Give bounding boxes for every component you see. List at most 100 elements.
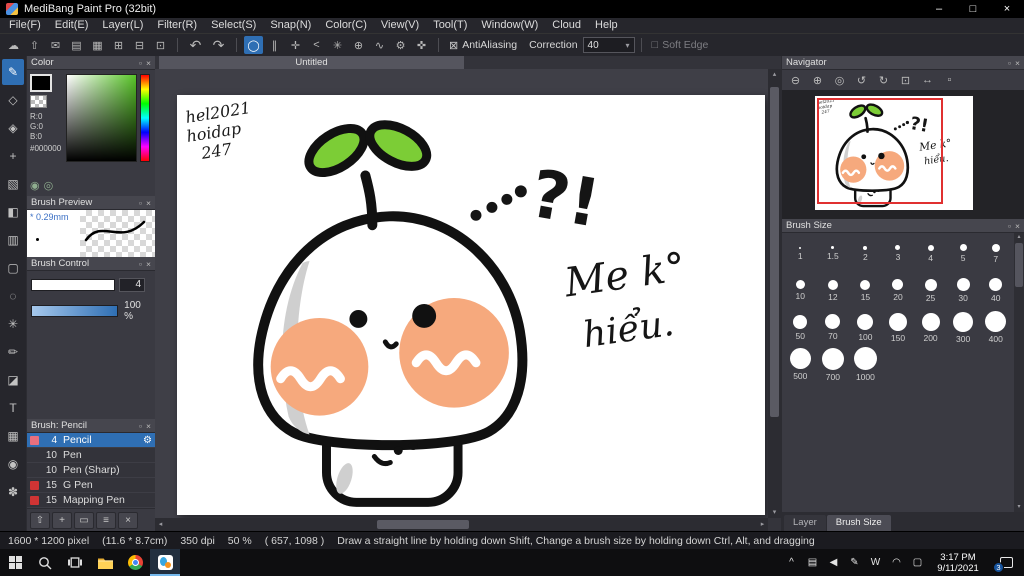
speaker-icon[interactable]: ◀	[823, 549, 844, 576]
rotate-ccw-icon[interactable]: ↺	[851, 72, 872, 88]
brush-size-option[interactable]: 1000	[849, 346, 882, 383]
cloud-icon[interactable]: ☁	[4, 36, 23, 54]
brush-list-item[interactable]: 15 G Pen ⚙	[27, 478, 155, 493]
chrome-taskbar-button[interactable]	[120, 549, 150, 576]
menu-item[interactable]: Edit(E)	[48, 18, 96, 33]
material-panel-icon[interactable]: ▤	[67, 36, 86, 54]
close-panel-icon[interactable]: ×	[1015, 221, 1020, 231]
close-panel-icon[interactable]: ×	[146, 58, 151, 68]
action-center-button[interactable]: 3	[988, 549, 1024, 576]
scroll-left-arrow[interactable]: ◂	[155, 518, 166, 531]
network-icon[interactable]: ▢	[907, 549, 928, 576]
frame-divide-tool-icon[interactable]: ▦	[2, 423, 24, 449]
hue-slider[interactable]	[140, 74, 150, 162]
reset-view-icon[interactable]: ⊡	[895, 72, 916, 88]
grid-icon[interactable]: ⊞	[109, 36, 128, 54]
brush-size-option[interactable]: 50	[784, 309, 817, 346]
float-panel-icon[interactable]: ▫	[139, 421, 142, 431]
brush-list-item[interactable]: 10 Pen ⚙	[27, 448, 155, 463]
select-pen-tool-icon[interactable]: ✏	[2, 339, 24, 365]
comment-icon[interactable]: ✉	[46, 36, 65, 54]
cross-snap-icon[interactable]: ✛	[286, 36, 305, 54]
magic-wand-tool-icon[interactable]: ✳	[2, 311, 24, 337]
float-panel-icon[interactable]: ▫	[1008, 221, 1011, 231]
parallel-snap-icon[interactable]: ∥	[265, 36, 284, 54]
menu-item[interactable]: Select(S)	[204, 18, 263, 33]
search-button[interactable]	[30, 549, 60, 576]
foreground-color-swatch[interactable]	[30, 74, 52, 92]
snap-off-icon[interactable]: ◯	[244, 36, 263, 54]
canvas-vertical-scrollbar[interactable]: ▴ ▾	[768, 69, 781, 518]
folder-button[interactable]: ▭	[74, 512, 94, 529]
menu-button[interactable]: ≡	[96, 512, 116, 529]
float-panel-icon[interactable]: ▫	[139, 198, 142, 208]
float-panel-icon[interactable]: ▫	[139, 259, 142, 269]
lasso-tool-icon[interactable]: ◌	[2, 283, 24, 309]
taskbar-clock[interactable]: 3:17 PM 9/11/2021	[928, 551, 988, 574]
brush-list-item[interactable]: 15 Mapping Pen ⚙	[27, 493, 155, 508]
brush-size-value[interactable]: 4	[119, 278, 145, 292]
brush-size-option[interactable]: 1.5	[817, 235, 850, 272]
brush-size-option[interactable]: 1	[784, 235, 817, 272]
brush-size-option[interactable]: 12	[817, 272, 850, 309]
close-panel-icon[interactable]: ×	[146, 259, 151, 269]
brush-size-scrollbar[interactable]: ▴ ▾	[1014, 233, 1024, 512]
brush-opacity-slider[interactable]	[31, 305, 118, 317]
close-panel-icon[interactable]: ×	[146, 198, 151, 208]
float-panel-icon[interactable]: ▫	[139, 58, 142, 68]
medibang-taskbar-button[interactable]	[150, 549, 180, 576]
bucket-tool-icon[interactable]: ◧	[2, 199, 24, 225]
brush-size-option[interactable]: 100	[849, 309, 882, 346]
gradient-tool-icon[interactable]: ▥	[2, 227, 24, 253]
color-wheel-icon[interactable]: ◉	[30, 179, 40, 192]
float-panel-icon[interactable]: ▫	[1008, 58, 1011, 68]
zoom-in-icon[interactable]: ⊕	[807, 72, 828, 88]
new-brush-button[interactable]: +	[52, 512, 72, 529]
brush-size-option[interactable]: 400	[979, 309, 1012, 346]
fullscreen-icon[interactable]: ↔	[917, 72, 938, 88]
scroll-up-arrow[interactable]: ▴	[1014, 233, 1024, 242]
text-tool-icon[interactable]: T	[2, 395, 24, 421]
snap-cursor-icon[interactable]: ✜	[412, 36, 431, 54]
brush-size-option[interactable]: 40	[979, 272, 1012, 309]
brush-size-option[interactable]: 30	[947, 272, 980, 309]
brush-size-option[interactable]: 10	[784, 272, 817, 309]
maximize-button[interactable]: □	[956, 0, 990, 18]
vanishing-point-snap-icon[interactable]: <	[307, 36, 326, 54]
hand-tool-icon[interactable]: ✽	[2, 479, 24, 505]
brush-size-option[interactable]: 4	[914, 235, 947, 272]
hidden-icons-chevron[interactable]: ^	[781, 549, 802, 576]
correction-dropdown[interactable]: 40 ▾	[583, 37, 635, 53]
minimize-button[interactable]: –	[922, 0, 956, 18]
fill-tool-icon[interactable]: ▧	[2, 171, 24, 197]
palette-icon[interactable]: ◎	[44, 179, 54, 192]
pixel-grid-icon[interactable]: ▦	[88, 36, 107, 54]
select-tool-icon[interactable]: ▢	[2, 255, 24, 281]
eraser-tool-icon[interactable]: ◇	[2, 87, 24, 113]
layout-icon[interactable]: ⊡	[151, 36, 170, 54]
touch-keyboard-icon[interactable]: ▤	[802, 549, 823, 576]
task-view-button[interactable]	[60, 549, 90, 576]
pen-icon[interactable]: ✎	[844, 549, 865, 576]
redo-button[interactable]: ↷	[208, 36, 229, 54]
upload-button[interactable]: ⇧	[30, 512, 50, 529]
brush-size-option[interactable]: 700	[817, 346, 850, 383]
dock-tab[interactable]: Brush Size	[827, 515, 891, 531]
menu-item[interactable]: Tool(T)	[426, 18, 474, 33]
brush-size-option[interactable]: 3	[882, 235, 915, 272]
dock-tab[interactable]: Layer	[784, 515, 826, 531]
menu-item[interactable]: Window(W)	[474, 18, 545, 33]
refresh-view-icon[interactable]: ▫	[939, 72, 960, 88]
close-panel-icon[interactable]: ×	[146, 421, 151, 431]
menu-item[interactable]: Snap(N)	[263, 18, 318, 33]
brush-size-option[interactable]: 500	[784, 346, 817, 383]
menu-item[interactable]: Cloud	[545, 18, 588, 33]
scroll-down-arrow[interactable]: ▾	[768, 507, 781, 518]
menu-item[interactable]: Color(C)	[318, 18, 374, 33]
antialiasing-checkbox[interactable]: ⊠ AntiAliasing	[449, 39, 517, 52]
brush-size-option[interactable]: 150	[882, 309, 915, 346]
brush-size-option[interactable]: 5	[947, 235, 980, 272]
brush-size-option[interactable]: 15	[849, 272, 882, 309]
canvas-page[interactable]	[177, 95, 765, 515]
navigator-thumbnail[interactable]	[815, 96, 973, 210]
